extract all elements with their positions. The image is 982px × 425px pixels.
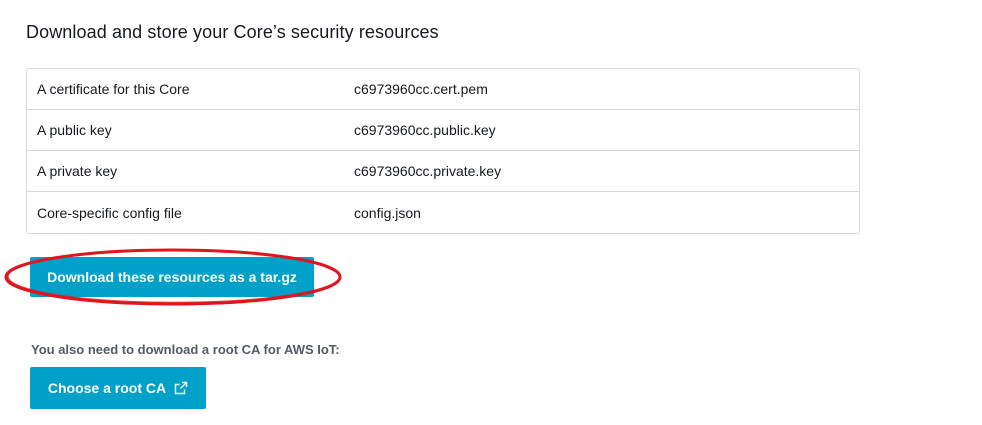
resource-table: A certificate for this Core c6973960cc.c… (26, 68, 860, 234)
resource-filename: c6973960cc.public.key (354, 122, 496, 138)
choose-root-ca-label: Choose a root CA (47, 380, 167, 396)
resource-label: A public key (37, 122, 112, 138)
download-button-wrapper: Download these resources as a tar.gz (30, 257, 314, 297)
table-row: A certificate for this Core c6973960cc.c… (27, 69, 859, 110)
external-link-icon (174, 381, 188, 395)
resource-filename: c6973960cc.cert.pem (354, 81, 488, 97)
table-row: A public key c6973960cc.public.key (27, 110, 859, 151)
resource-label: A private key (37, 163, 118, 179)
resource-filename: c6973960cc.private.key (354, 163, 502, 179)
resource-filename: config.json (354, 204, 421, 221)
root-ca-note: You also need to download a root CA for … (31, 342, 340, 357)
page: Download and store your Core’s security … (0, 0, 982, 425)
section-title: Download and store your Core’s security … (26, 22, 439, 42)
table-row: A private key c6973960cc.private.key (27, 151, 859, 192)
table-row: Core-specific config file config.json (27, 192, 859, 233)
download-resources-button[interactable]: Download these resources as a tar.gz (30, 257, 314, 297)
choose-root-ca-button[interactable]: Choose a root CA (30, 367, 206, 409)
resource-label: Core-specific config file (37, 204, 182, 221)
resource-label: A certificate for this Core (37, 81, 190, 97)
